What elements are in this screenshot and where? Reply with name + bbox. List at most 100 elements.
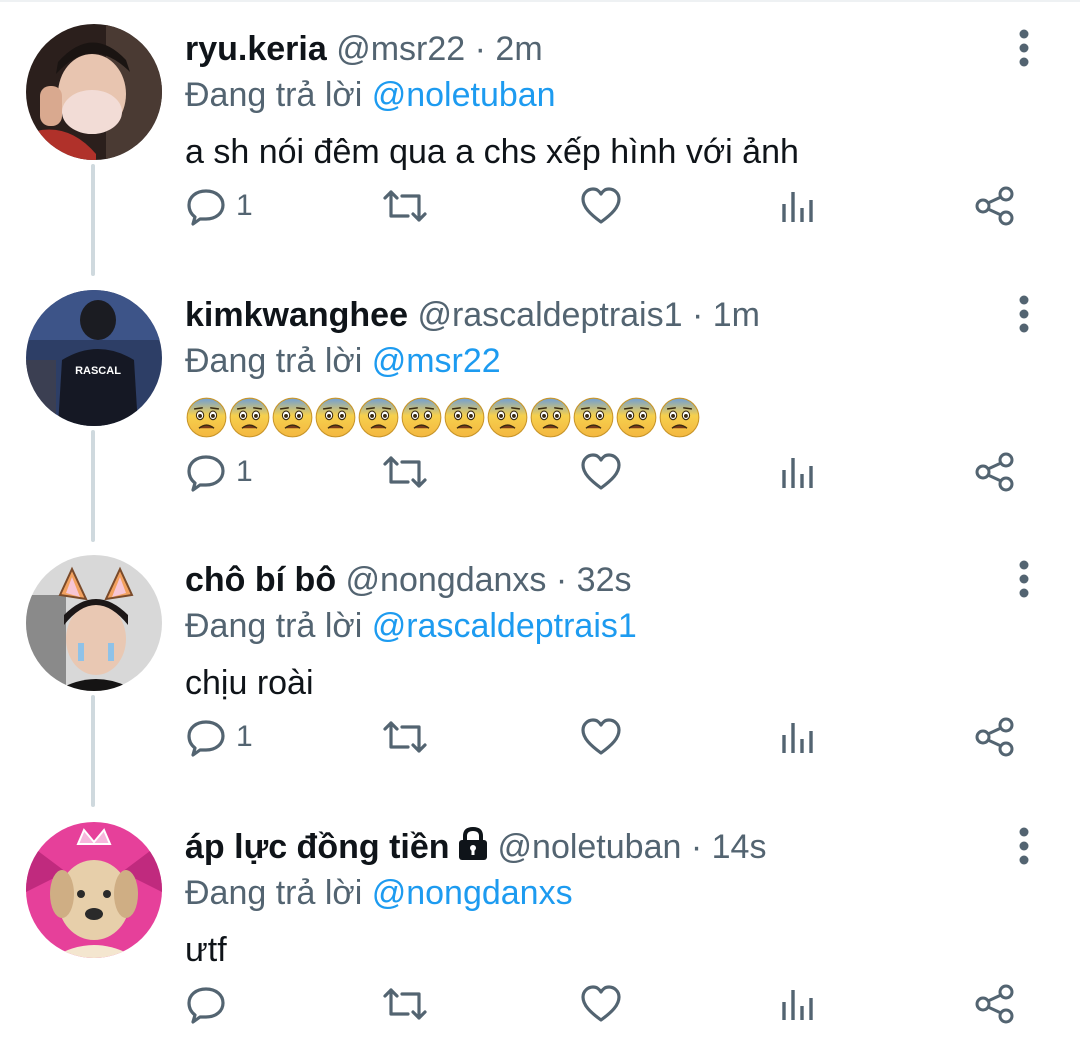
- handle[interactable]: @msr22: [336, 30, 465, 68]
- like-button[interactable]: [580, 974, 622, 1034]
- replying-prefix: Đang trả lời: [185, 874, 372, 912]
- avatar[interactable]: [26, 822, 162, 958]
- share-icon: [975, 717, 1014, 757]
- share-icon: [975, 984, 1014, 1024]
- share-button[interactable]: [974, 974, 1016, 1034]
- timestamp[interactable]: 1m: [713, 296, 760, 334]
- analytics-icon: [782, 990, 813, 1020]
- reply-button[interactable]: [186, 974, 236, 1034]
- avatar[interactable]: RASCAL: [26, 290, 162, 426]
- retweet-icon: [383, 721, 427, 753]
- analytics-icon: [782, 458, 813, 488]
- heart-icon: [581, 187, 621, 224]
- tweet[interactable]: RASCAL kimkwanghee @rascaldeptrais1 · 1m…: [0, 266, 1080, 531]
- handle[interactable]: @rascaldeptrais1: [417, 296, 682, 334]
- more-options-button[interactable]: [1004, 822, 1044, 870]
- more-vertical-icon: [1019, 827, 1029, 865]
- separator: ·: [546, 561, 577, 599]
- anxious-face-emoji: [616, 397, 657, 438]
- anxious-face-emoji: [401, 397, 442, 438]
- analytics-button[interactable]: [780, 442, 816, 502]
- anxious-face-emoji: [530, 397, 571, 438]
- anxious-face-emoji: [659, 397, 700, 438]
- share-icon: [975, 186, 1014, 226]
- tweet[interactable]: áp lực đồng tiền @noletuban · 14s Đang tr…: [0, 798, 1080, 1063]
- tweet-text: chịu roài: [185, 664, 314, 702]
- analytics-button[interactable]: [780, 974, 816, 1034]
- mention-link[interactable]: @rascaldeptrais1: [372, 607, 637, 645]
- heart-icon: [581, 453, 621, 490]
- tweet-actions: [0, 974, 1080, 1034]
- tweet[interactable]: ryu.keria @msr22 · 2m Đang trả lời @nole…: [0, 0, 1080, 265]
- timestamp[interactable]: 14s: [712, 828, 767, 866]
- tweet-header: áp lực đồng tiền @noletuban · 14s: [185, 826, 766, 872]
- retweet-button[interactable]: [382, 707, 428, 767]
- like-button[interactable]: [580, 707, 622, 767]
- retweet-icon: [383, 190, 427, 222]
- anxious-face-emoji: [358, 397, 399, 438]
- display-name[interactable]: chô bí bô: [185, 561, 336, 599]
- more-options-button[interactable]: [1004, 24, 1044, 72]
- analytics-button[interactable]: [780, 707, 816, 767]
- retweet-button[interactable]: [382, 974, 428, 1034]
- handle[interactable]: @nongdanxs: [346, 561, 547, 599]
- more-vertical-icon: [1019, 560, 1029, 598]
- user-avatar-icon: [26, 555, 162, 691]
- replying-to: Đang trả lời @msr22: [185, 340, 501, 382]
- anxious-face-emoji: [229, 397, 270, 438]
- like-button[interactable]: [580, 176, 622, 236]
- user-avatar-icon: [26, 822, 162, 958]
- heart-icon: [581, 985, 621, 1022]
- share-icon: [975, 452, 1014, 492]
- replying-to: Đang trả lời @noletuban: [185, 74, 556, 116]
- reply-count: 1: [236, 720, 253, 753]
- reply-count: 1: [236, 455, 253, 488]
- tweet[interactable]: chô bí bô @nongdanxs · 32s Đang trả lời …: [0, 531, 1080, 796]
- reply-button[interactable]: 1: [186, 176, 253, 236]
- user-avatar-icon: [26, 24, 162, 160]
- tweet-actions: 1: [0, 176, 1080, 236]
- retweet-button[interactable]: [382, 442, 428, 502]
- timestamp[interactable]: 2m: [495, 30, 542, 68]
- mention-link[interactable]: @nongdanxs: [372, 874, 573, 912]
- share-button[interactable]: [974, 442, 1016, 502]
- tweet-header: chô bí bô @nongdanxs · 32s: [185, 559, 631, 601]
- replying-prefix: Đang trả lời: [185, 342, 372, 380]
- separator: ·: [681, 828, 712, 866]
- separator: ·: [682, 296, 713, 334]
- tweet-actions: 1: [0, 707, 1080, 767]
- more-options-button[interactable]: [1004, 290, 1044, 338]
- mention-link[interactable]: @noletuban: [372, 76, 556, 114]
- reply-icon: [187, 987, 225, 1024]
- mention-link[interactable]: @msr22: [372, 342, 501, 380]
- share-button[interactable]: [974, 707, 1016, 767]
- display-name[interactable]: áp lực đồng tiền: [185, 828, 450, 866]
- avatar[interactable]: [26, 24, 162, 160]
- replying-prefix: Đang trả lời: [185, 607, 372, 645]
- reply-button[interactable]: 1: [186, 442, 253, 502]
- display-name[interactable]: ryu.keria: [185, 30, 327, 68]
- user-avatar-icon: RASCAL: [26, 290, 162, 426]
- timestamp[interactable]: 32s: [577, 561, 632, 599]
- lock-icon: [456, 826, 490, 872]
- handle[interactable]: @noletuban: [498, 828, 682, 866]
- more-options-button[interactable]: [1004, 555, 1044, 603]
- anxious-face-emoji: [186, 397, 227, 438]
- more-vertical-icon: [1019, 295, 1029, 333]
- retweet-button[interactable]: [382, 176, 428, 236]
- tweet-header: kimkwanghee @rascaldeptrais1 · 1m: [185, 294, 760, 336]
- analytics-button[interactable]: [780, 176, 816, 236]
- anxious-face-emoji: [573, 397, 614, 438]
- display-name[interactable]: kimkwanghee: [185, 296, 408, 334]
- share-button[interactable]: [974, 176, 1016, 236]
- avatar[interactable]: [26, 555, 162, 691]
- anxious-face-emoji: [487, 397, 528, 438]
- retweet-icon: [383, 456, 427, 488]
- heart-icon: [581, 718, 621, 755]
- anxious-face-emoji: [444, 397, 485, 438]
- reply-button[interactable]: 1: [186, 707, 253, 767]
- like-button[interactable]: [580, 442, 622, 502]
- tweet-actions: 1: [0, 442, 1080, 502]
- anxious-face-emoji: [315, 397, 356, 438]
- analytics-icon: [782, 192, 813, 222]
